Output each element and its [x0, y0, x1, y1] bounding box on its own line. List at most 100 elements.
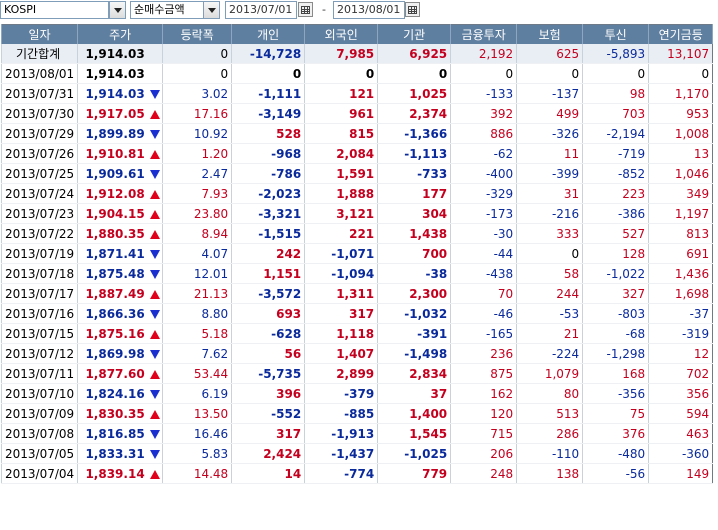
market-select[interactable]: KOSPI: [0, 1, 109, 19]
financial-investment-cell: -62: [450, 143, 517, 164]
investment-trust-cell: -480: [582, 443, 649, 464]
financial-investment-cell: 875: [450, 363, 517, 384]
pension-cell: 953: [648, 103, 713, 124]
price-cell: 1,899.89: [77, 123, 148, 144]
col-insurance[interactable]: 보험: [516, 24, 584, 44]
investment-trust-cell: -356: [582, 383, 649, 404]
triangle-up-icon: [149, 329, 160, 339]
table-row[interactable]: 2013/07/10 1,824.16 6.19 396 -379 37 162 80 -356…: [0, 383, 713, 404]
col-investment-trust[interactable]: 투신: [582, 24, 650, 44]
table-row[interactable]: 2013/07/18 1,875.48 12.01 1,151 -1,094 -38 -43…: [0, 263, 713, 284]
institution-cell: 2,374: [377, 103, 451, 124]
triangle-up-icon: [149, 229, 160, 239]
individual-cell: -3,572: [231, 283, 305, 304]
price-cell: 1,839.14: [77, 463, 148, 484]
institution-cell: 1,400: [377, 403, 451, 424]
change-cell: 5.18: [162, 323, 232, 344]
institution-cell: -1,025: [377, 443, 451, 464]
insurance-cell: 58: [516, 263, 583, 284]
metric-dropdown-button[interactable]: [203, 1, 220, 19]
change-cell: 14.48: [162, 463, 232, 484]
table-row[interactable]: 2013/07/26 1,910.81 1.20 -968 2,084 -1,113 -62…: [0, 143, 713, 164]
price-cell: 1,866.36: [77, 303, 148, 324]
table-row[interactable]: 2013/07/05 1,833.31 5.83 2,424 -1,437 -1,025 2…: [0, 443, 713, 464]
insurance-cell: 31: [516, 183, 583, 204]
investment-trust-cell: -1,022: [582, 263, 649, 284]
pension-cell: 1,170: [648, 83, 713, 104]
foreign-cell: -1,437: [304, 443, 378, 464]
date-from-calendar-button[interactable]: [298, 2, 313, 17]
metric-select[interactable]: 순매수금액: [130, 1, 204, 19]
investment-trust-cell: 98: [582, 83, 649, 104]
total-row[interactable]: 기간합계 1,914.03 0 -14,728 7,985 6,925 2,19…: [0, 44, 713, 64]
investment-trust-cell: -803: [582, 303, 649, 324]
financial-investment-cell: -438: [450, 263, 517, 284]
individual-cell: 396: [231, 383, 305, 404]
foreign-cell: 1,407: [304, 343, 378, 364]
foreign-cell: 1,591: [304, 163, 378, 184]
individual-cell: 14: [231, 463, 305, 484]
table-row[interactable]: 2013/07/04 1,839.14 14.48 14 -774 779 248 138 -5…: [0, 463, 713, 484]
table-row[interactable]: 2013/07/12 1,869.98 7.62 56 1,407 -1,498 236 -2…: [0, 343, 713, 364]
col-foreign[interactable]: 외국인: [304, 24, 379, 44]
change-cell: 5.83: [162, 443, 232, 464]
table-body: 기간합계 1,914.03 0 -14,728 7,985 6,925 2,19…: [0, 44, 713, 484]
foreign-cell: 815: [304, 123, 378, 144]
table-row[interactable]: 2013/07/25 1,909.61 2.47 -786 1,591 -733 -400-…: [0, 163, 713, 184]
investment-trust-cell: -56: [582, 463, 649, 484]
arrow-cell: [147, 203, 163, 224]
triangle-down-icon: [149, 269, 160, 279]
table-row[interactable]: 2013/07/11 1,877.60 53.44 -5,735 2,899 2,834 8…: [0, 363, 713, 384]
table-row[interactable]: 2013/07/24 1,912.08 7.93 -2,023 1,888 177 -329…: [0, 183, 713, 204]
institution-cell: -38: [377, 263, 451, 284]
individual-cell: 2,424: [231, 443, 305, 464]
change-cell: 21.13: [162, 283, 232, 304]
table-row[interactable]: 2013/07/22 1,880.35 8.94 -1,515 221 1,438 -30 3…: [0, 223, 713, 244]
investment-trust-cell: 703: [582, 103, 649, 124]
foreign-cell: -1,094: [304, 263, 378, 284]
table-row[interactable]: 2013/07/23 1,904.15 23.80 -3,321 3,121 304 -17…: [0, 203, 713, 224]
table-row[interactable]: 2013/07/31 1,914.03 3.02 -1,111 121 1,025 -133…: [0, 83, 713, 104]
price-cell: 1,914.03: [77, 63, 148, 84]
arrow-cell: [147, 63, 163, 84]
col-date[interactable]: 일자: [0, 24, 79, 44]
foreign-cell: 961: [304, 103, 378, 124]
table-row[interactable]: 2013/07/29 1,899.89 10.92 528 815 -1,366 886 -3…: [0, 123, 713, 144]
table-row[interactable]: 2013/07/09 1,830.35 13.50 -552 -885 1,400 120 5…: [0, 403, 713, 424]
date-to-calendar-button[interactable]: [405, 2, 420, 17]
foreign-cell: 2,899: [304, 363, 378, 384]
col-financial-investment[interactable]: 금융투자: [450, 24, 518, 44]
col-institution[interactable]: 기관: [377, 24, 452, 44]
table-row[interactable]: 2013/07/19 1,871.41 4.07 242 -1,071 700 -44 0 12…: [0, 243, 713, 264]
market-dropdown-button[interactable]: [109, 1, 126, 19]
table-row[interactable]: 2013/07/17 1,887.49 21.13 -3,572 1,311 2,300 7…: [0, 283, 713, 304]
date-cell: 2013/07/09: [0, 403, 78, 424]
table-row[interactable]: 2013/07/15 1,875.16 5.18 -628 1,118 -391 -165 2…: [0, 323, 713, 344]
arrow-cell: [147, 363, 163, 384]
price-cell: 1,910.81: [77, 143, 148, 164]
calendar-icon: [301, 6, 310, 14]
investment-trust-cell: 168: [582, 363, 649, 384]
table-row[interactable]: 2013/07/08 1,816.85 16.46 317 -1,913 1,545 715…: [0, 423, 713, 444]
table-row[interactable]: 2013/07/30 1,917.05 17.16 -3,149 961 2,374 392…: [0, 103, 713, 124]
col-individual[interactable]: 개인: [231, 24, 306, 44]
date-from-input[interactable]: 2013/07/01: [225, 1, 297, 19]
table-row[interactable]: 2013/07/16 1,866.36 8.80 693 317 -1,032 -46 -53…: [0, 303, 713, 324]
triangle-down-icon: [149, 309, 160, 319]
date-to-input[interactable]: 2013/08/01: [333, 1, 405, 19]
col-price[interactable]: 주가: [77, 24, 164, 44]
table-row[interactable]: 2013/08/01 1,914.03 0 0 0 0 0 0 0 0: [0, 63, 713, 84]
triangle-down-icon: [149, 129, 160, 139]
pension-cell: 1,008: [648, 123, 713, 144]
foreign-cell: -379: [304, 383, 378, 404]
individual-cell: 56: [231, 343, 305, 364]
price-cell: 1,816.85: [77, 423, 148, 444]
col-pension[interactable]: 연기금등: [648, 24, 714, 44]
financial-investment-cell: -44: [450, 243, 517, 264]
change-cell: 23.80: [162, 203, 232, 224]
insurance-cell: 21: [516, 323, 583, 344]
arrow-cell: [147, 303, 163, 324]
individual-cell: -3,321: [231, 203, 305, 224]
pension-cell: 691: [648, 243, 713, 264]
col-change[interactable]: 등락폭: [162, 24, 233, 44]
